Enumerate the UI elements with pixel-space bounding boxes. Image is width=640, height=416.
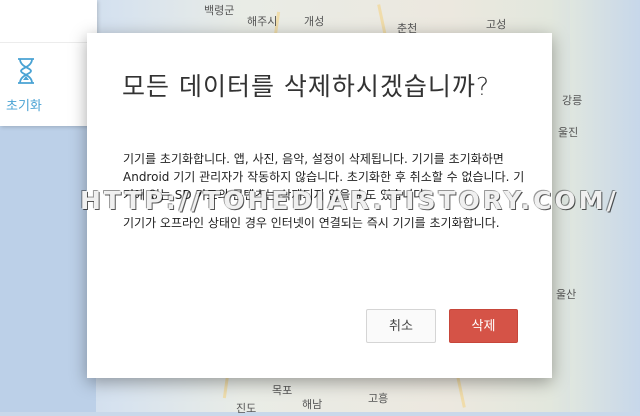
map-label: 해남 [302,399,323,411]
hourglass-icon [18,58,34,84]
map-label: 강릉 [562,95,583,107]
sidebar-panel: 초기화 [0,0,97,126]
map-label: 백령군 [204,5,235,17]
map-label: 울산 [556,289,577,301]
map-label: 해주시 [247,16,278,28]
map-label: 목포 [272,385,293,397]
dialog-message: 기기가 오프라인 상태인 경우 인터넷이 연결되는 즉시 기기를 초기화합니다. [123,216,500,230]
delete-button[interactable]: 삭제 [449,309,518,343]
sidebar-item-label: 초기화 [6,98,42,113]
sidebar-divider [0,42,97,43]
map-label: 개성 [304,16,325,28]
map-label: 울진 [558,127,579,139]
cancel-button[interactable]: 취소 [366,309,436,343]
map-label: 고흥 [368,393,389,405]
dialog-title: 모든 데이터를 삭제하시겠습니까? [122,72,491,101]
map-label: 진도 [236,403,257,415]
watermark-text: HTTP://TOHEDIAR.TISTORY.COM/ [80,186,619,215]
map-label: 고성 [486,19,507,31]
